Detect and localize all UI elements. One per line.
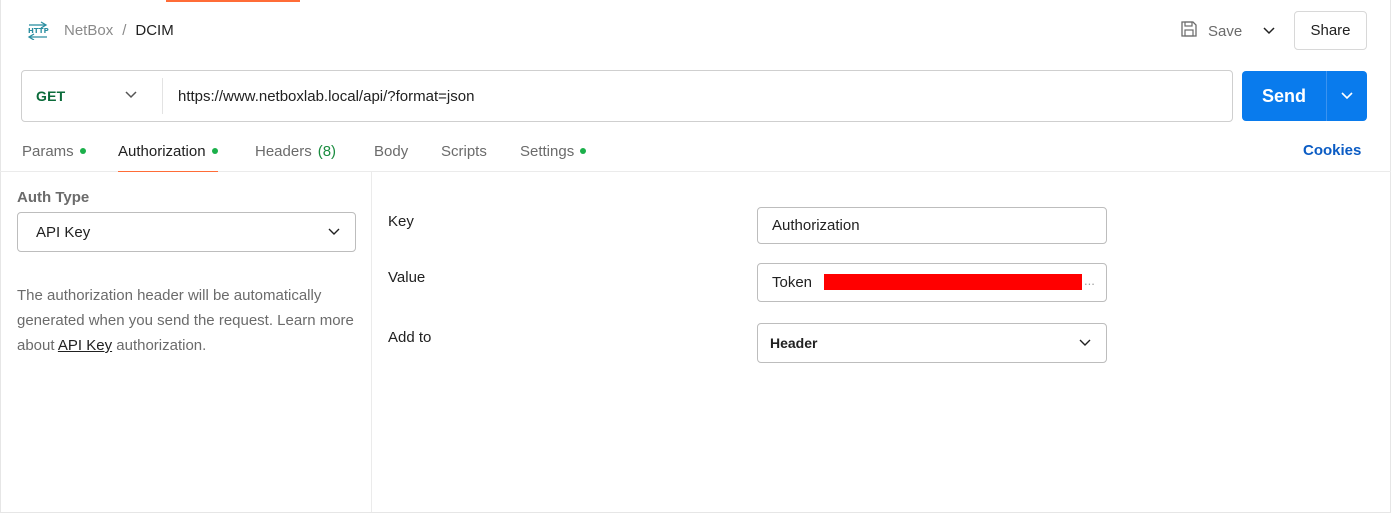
request-tabs: Params Authorization Headers (8) Body Sc… (0, 130, 1391, 172)
breadcrumb-request-name[interactable]: DCIM (135, 22, 173, 39)
chevron-down-icon (124, 88, 138, 107)
auth-description: The authorization header will be automat… (17, 283, 357, 358)
status-dot (79, 148, 86, 154)
request-bar: GET (21, 70, 1233, 122)
auth-description-tail: authorization. (112, 337, 207, 354)
tab-label: Body (374, 142, 409, 160)
tab-authorization[interactable]: Authorization (118, 130, 218, 172)
overflow-ellipsis: ... (1084, 273, 1095, 288)
method-select[interactable]: GET (22, 71, 162, 121)
auth-type-panel: Auth Type API Key The authorization head… (1, 172, 372, 512)
headers-count-badge: (8) (317, 142, 337, 160)
save-button-label: Save (1208, 22, 1243, 40)
add-to-value: Header (770, 335, 818, 351)
value-label: Value (388, 269, 426, 286)
tab-body[interactable]: Body (374, 130, 408, 172)
status-dot (580, 148, 587, 154)
value-input[interactable]: Token ... (757, 263, 1107, 302)
cookies-link[interactable]: Cookies (1303, 142, 1361, 159)
tab-headers[interactable]: Headers (8) (255, 130, 336, 172)
breadcrumb-collection[interactable]: NetBox (64, 22, 113, 39)
chevron-down-icon (1078, 336, 1092, 353)
tab-scripts[interactable]: Scripts (441, 130, 487, 172)
request-header: HTTP NetBox / DCIM Save Share (0, 0, 1391, 62)
add-to-label: Add to (388, 329, 432, 346)
save-options-button[interactable] (1258, 20, 1280, 42)
token-prefix: Token (772, 274, 813, 291)
tab-label: Authorization (118, 142, 206, 160)
tab-label: Scripts (441, 142, 487, 160)
tab-label: Settings (520, 142, 575, 160)
chevron-down-icon (1341, 87, 1353, 105)
status-dot (211, 148, 218, 154)
url-input[interactable] (163, 71, 1232, 121)
chevron-down-icon (327, 225, 341, 243)
key-label: Key (388, 213, 414, 230)
auth-type-value: API Key (36, 223, 91, 241)
tab-label: Params (22, 142, 74, 160)
add-to-select[interactable]: Header (757, 323, 1107, 363)
auth-type-label: Auth Type (17, 189, 90, 206)
send-button-group: Send (1242, 71, 1367, 121)
tab-settings[interactable]: Settings (520, 130, 587, 172)
auth-type-select[interactable]: API Key (17, 212, 356, 252)
save-icon (1180, 20, 1208, 42)
send-options-button[interactable] (1327, 71, 1367, 121)
tab-label: Headers (255, 142, 312, 160)
method-label: GET (36, 88, 66, 104)
api-key-docs-link[interactable]: API Key (58, 337, 112, 354)
svg-text:HTTP: HTTP (28, 27, 49, 35)
breadcrumb: NetBox / DCIM (64, 22, 174, 39)
save-button[interactable]: Save (1180, 19, 1242, 43)
chevron-down-icon (1263, 22, 1275, 40)
breadcrumb-separator: / (122, 22, 127, 39)
share-button[interactable]: Share (1294, 11, 1367, 50)
tab-params[interactable]: Params (22, 130, 86, 172)
send-button[interactable]: Send (1242, 71, 1326, 121)
key-input[interactable] (757, 207, 1107, 244)
redacted-token (824, 274, 1082, 290)
http-request-icon: HTTP (26, 20, 50, 41)
